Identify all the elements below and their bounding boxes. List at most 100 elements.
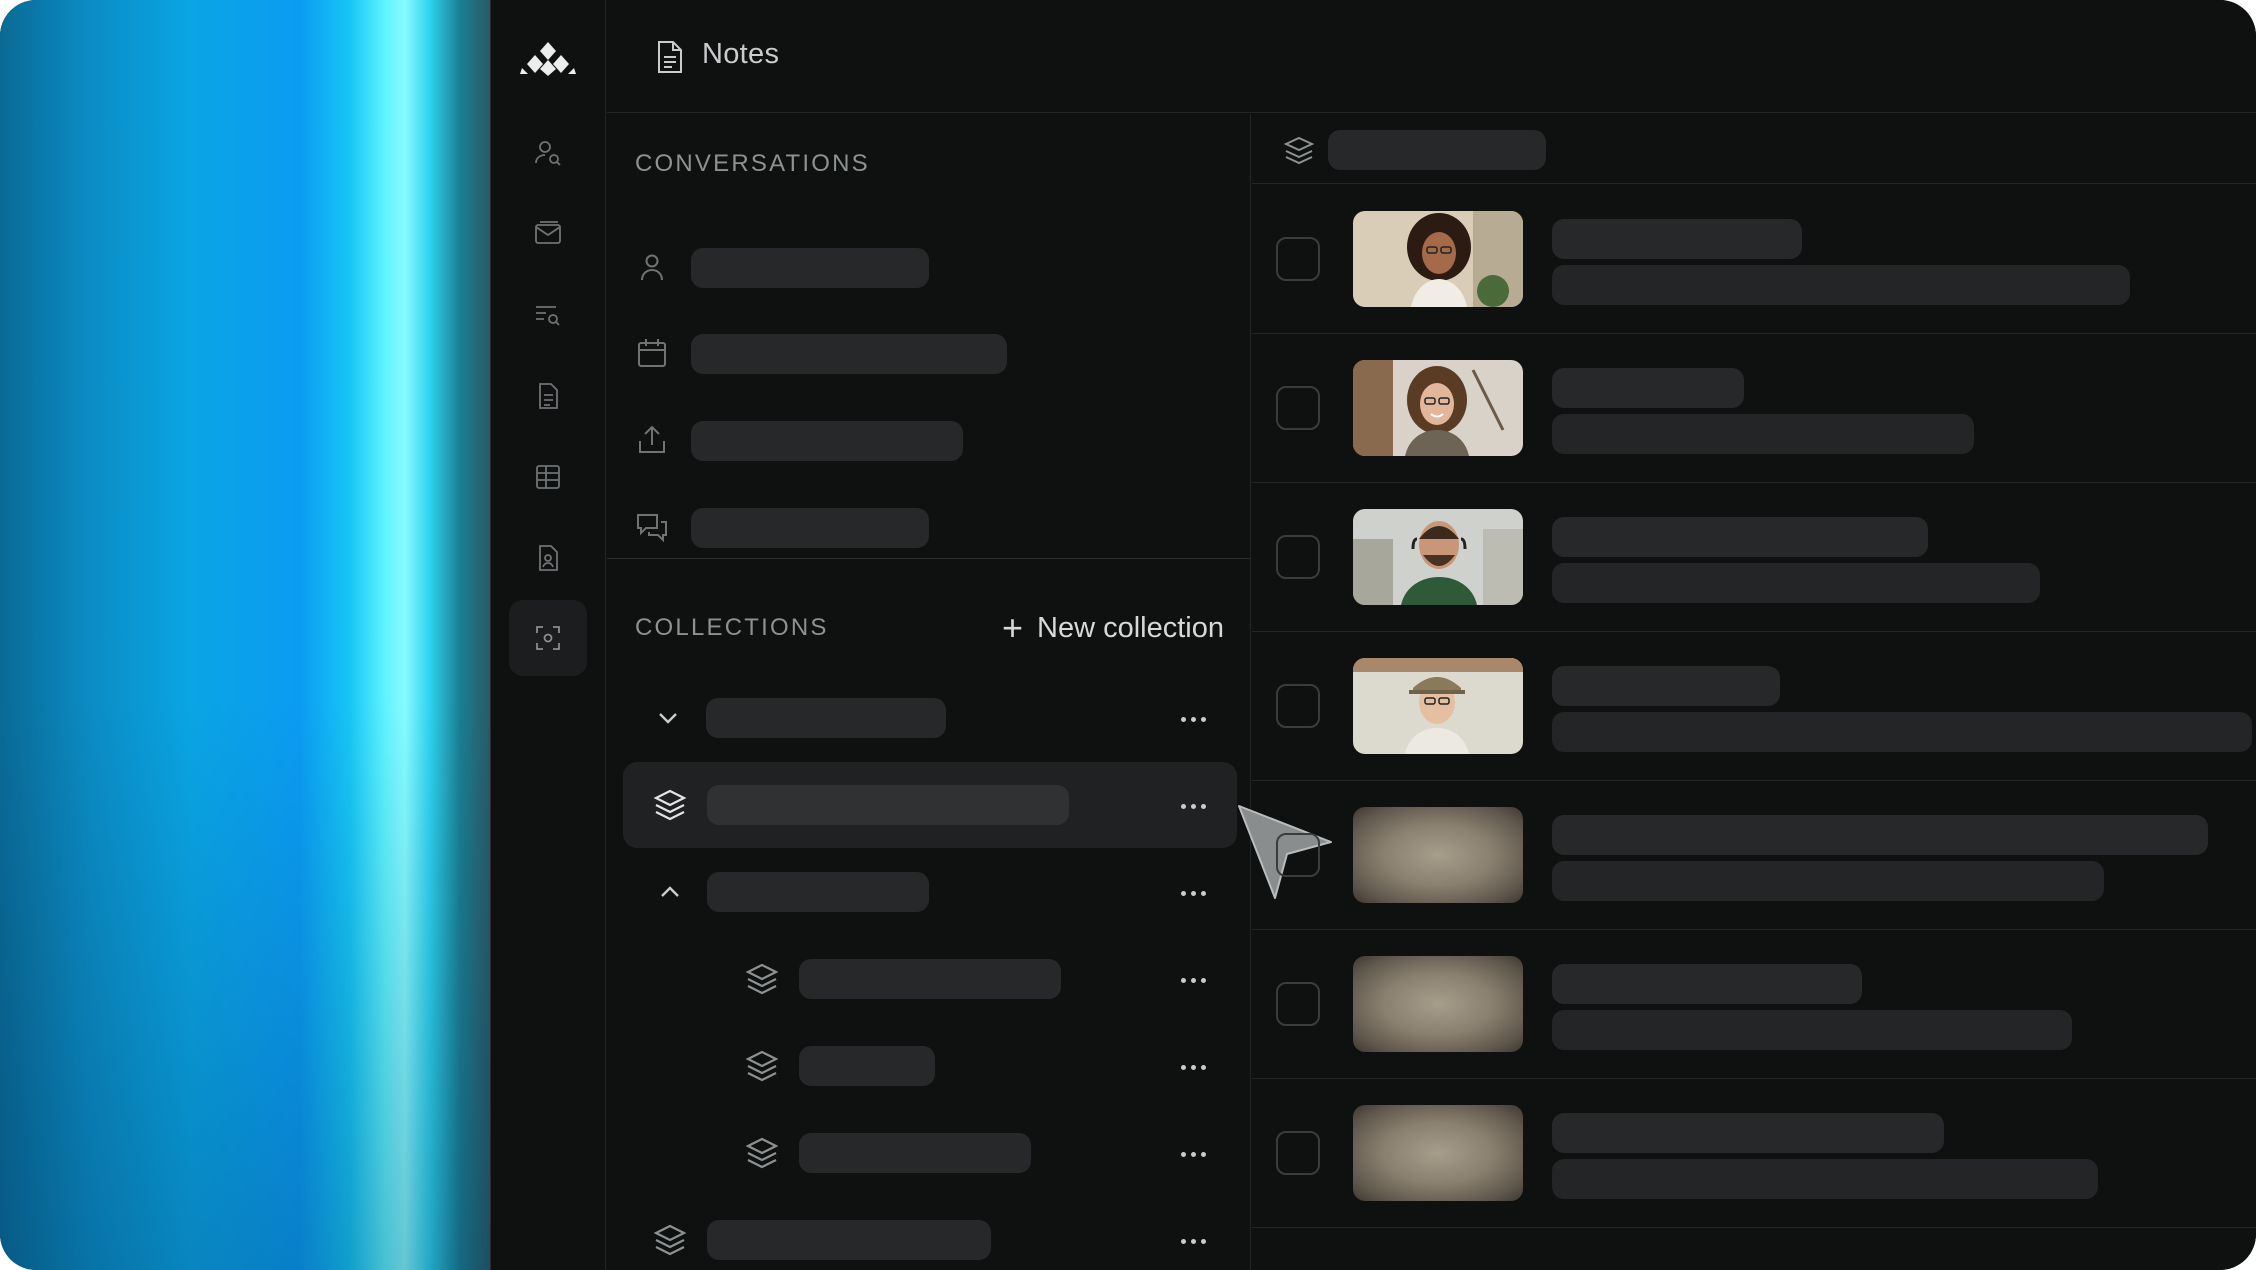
list-item[interactable]	[1252, 483, 2256, 632]
rail-table[interactable]	[509, 439, 587, 515]
collection-row-nested[interactable]	[623, 936, 1237, 1022]
more-options-icon[interactable]	[1175, 701, 1211, 737]
placeholder-text	[1552, 414, 1974, 454]
item-checkbox[interactable]	[1276, 982, 1320, 1026]
placeholder-text	[799, 959, 1061, 999]
item-checkbox[interactable]	[1276, 684, 1320, 728]
conversations-label: CONVERSATIONS	[635, 150, 870, 177]
calendar-icon	[638, 339, 666, 367]
placeholder-text	[1328, 130, 1546, 170]
placeholder-text	[706, 698, 946, 738]
placeholder-text	[799, 1133, 1031, 1173]
collection-row-nested[interactable]	[623, 1023, 1237, 1109]
sidebar-panel: CONVERSATIONS COLLECTIONS + New collecti…	[607, 114, 1332, 1270]
blurred-thumbnail	[1353, 956, 1523, 1052]
list-item[interactable]	[1252, 1079, 2256, 1228]
placeholder-text	[1552, 219, 1802, 259]
placeholder-text	[1552, 517, 1928, 557]
more-options-icon[interactable]	[1175, 788, 1211, 824]
participant-thumbnail	[1353, 509, 1523, 605]
focus-scan-icon	[536, 626, 560, 650]
conversation-row-people[interactable]	[635, 246, 1235, 290]
person-icon	[641, 254, 663, 281]
document-icon	[539, 383, 558, 409]
list-item[interactable]	[1252, 632, 2256, 781]
collection-header	[1252, 114, 2256, 184]
background-glow	[0, 0, 490, 1270]
placeholder-text	[799, 1046, 935, 1086]
more-options-icon[interactable]	[1175, 1136, 1211, 1172]
collection-row[interactable]	[623, 1197, 1237, 1270]
placeholder-text	[707, 785, 1069, 825]
rail-file-person[interactable]	[509, 520, 587, 596]
conversation-row-uploads[interactable]	[635, 419, 1235, 463]
list-item[interactable]	[1252, 930, 2256, 1079]
placeholder-text	[1552, 712, 2252, 752]
placeholder-text	[1552, 964, 1862, 1004]
more-options-icon[interactable]	[1175, 1223, 1211, 1259]
layers-icon	[653, 1224, 687, 1256]
participant-thumbnail	[1353, 658, 1523, 754]
file-person-icon	[539, 545, 558, 571]
collection-items-panel	[1252, 114, 2256, 1270]
section-divider	[607, 558, 1250, 559]
placeholder-text	[1552, 815, 2208, 855]
rail-document[interactable]	[509, 358, 587, 434]
layers-icon	[745, 963, 779, 995]
icon-rail	[491, 0, 606, 1270]
placeholder-text	[691, 508, 929, 548]
placeholder-text	[1552, 265, 2130, 305]
list-item[interactable]	[1252, 781, 2256, 930]
mail-stack-icon	[535, 221, 561, 244]
rail-focus-scan[interactable]	[509, 600, 587, 676]
list-search-icon	[536, 306, 560, 326]
item-checkbox[interactable]	[1276, 535, 1320, 579]
participant-thumbnail	[1353, 360, 1523, 456]
participant-thumbnail	[1353, 211, 1523, 307]
new-collection-label: New collection	[1037, 611, 1224, 644]
placeholder-text	[1552, 1010, 2072, 1050]
item-checkbox[interactable]	[1276, 386, 1320, 430]
chevron-up-icon[interactable]	[651, 873, 689, 911]
collection-row-selected[interactable]	[623, 762, 1237, 848]
placeholder-text	[1552, 563, 2040, 603]
app-window: Notes CONVERSATIONS COLLECTIONS + New co…	[490, 0, 2256, 1270]
more-options-icon[interactable]	[1175, 1049, 1211, 1085]
more-options-icon[interactable]	[1175, 875, 1211, 911]
layers-icon	[745, 1050, 779, 1082]
conversation-row-chats[interactable]	[635, 506, 1235, 550]
blurred-thumbnail	[1353, 807, 1523, 903]
placeholder-text	[1552, 1159, 2098, 1199]
more-options-icon[interactable]	[1175, 962, 1211, 998]
upload-icon	[639, 425, 665, 453]
collections-label: COLLECTIONS	[635, 614, 829, 641]
placeholder-text	[707, 872, 929, 912]
item-checkbox[interactable]	[1276, 237, 1320, 281]
layers-icon	[653, 789, 687, 821]
collection-row[interactable]	[623, 675, 1237, 761]
placeholder-text	[1552, 861, 2104, 901]
page-title: Notes	[702, 38, 780, 70]
list-item[interactable]	[1252, 334, 2256, 483]
item-checkbox[interactable]	[1276, 833, 1320, 877]
collection-row-nested[interactable]	[623, 1110, 1237, 1196]
list-item[interactable]	[1252, 185, 2256, 334]
placeholder-text	[1552, 1113, 1944, 1153]
rail-list-search[interactable]	[509, 277, 587, 353]
screenshot-frame: Notes CONVERSATIONS COLLECTIONS + New co…	[0, 0, 2256, 1270]
chat-bubbles-icon	[637, 514, 667, 543]
top-bar: Notes	[607, 0, 2256, 113]
rail-user-search[interactable]	[509, 115, 587, 191]
rail-mail[interactable]	[509, 196, 587, 272]
layers-icon	[1283, 136, 1315, 165]
logo-icon[interactable]	[519, 40, 577, 76]
item-checkbox[interactable]	[1276, 1131, 1320, 1175]
collection-row[interactable]	[623, 849, 1237, 935]
document-icon	[658, 41, 682, 73]
chevron-down-icon[interactable]	[649, 699, 687, 737]
new-collection-button[interactable]: + New collection	[1002, 610, 1224, 646]
placeholder-text	[1552, 666, 1780, 706]
placeholder-text	[691, 248, 929, 288]
table-icon	[536, 465, 560, 489]
conversation-row-meetings[interactable]	[635, 332, 1235, 376]
